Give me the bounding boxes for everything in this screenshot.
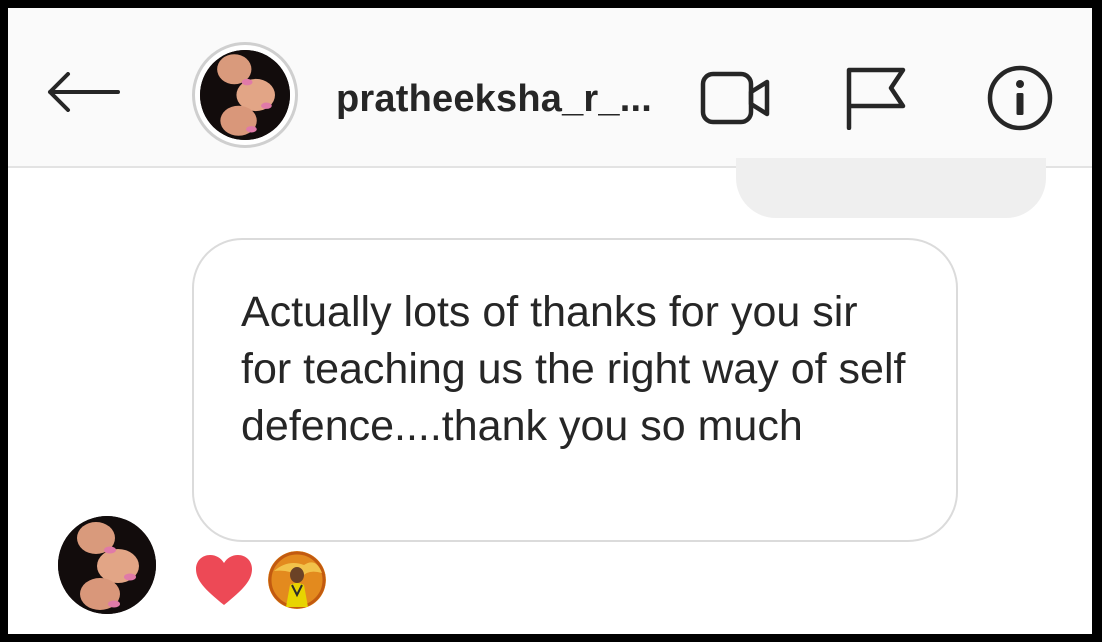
message-bubble[interactable]: Actually lots of thanks for you sir for … — [192, 238, 958, 542]
arrow-left-icon — [48, 72, 120, 112]
info-icon — [987, 65, 1053, 131]
sender-avatar[interactable] — [58, 516, 156, 614]
message-reactions[interactable] — [194, 548, 326, 612]
message-text: Actually lots of thanks for you sir for … — [241, 288, 906, 450]
reactor-avatar — [268, 551, 326, 609]
profile-photo — [200, 50, 290, 140]
heart-icon — [196, 555, 252, 605]
info-button[interactable] — [980, 58, 1060, 138]
chat-username[interactable]: pratheeksha_r_... — [336, 78, 652, 121]
flag-icon — [846, 67, 906, 130]
back-button[interactable] — [42, 62, 122, 122]
profile-avatar[interactable] — [192, 42, 298, 148]
chat-header: pratheeksha_r_... — [8, 8, 1092, 168]
video-camera-icon — [700, 71, 770, 125]
video-call-button[interactable] — [696, 58, 776, 138]
report-button[interactable] — [834, 58, 914, 138]
previous-message-bubble — [736, 158, 1046, 218]
chat-window: pratheeksha_r_... Actually lots of thank… — [8, 8, 1092, 634]
